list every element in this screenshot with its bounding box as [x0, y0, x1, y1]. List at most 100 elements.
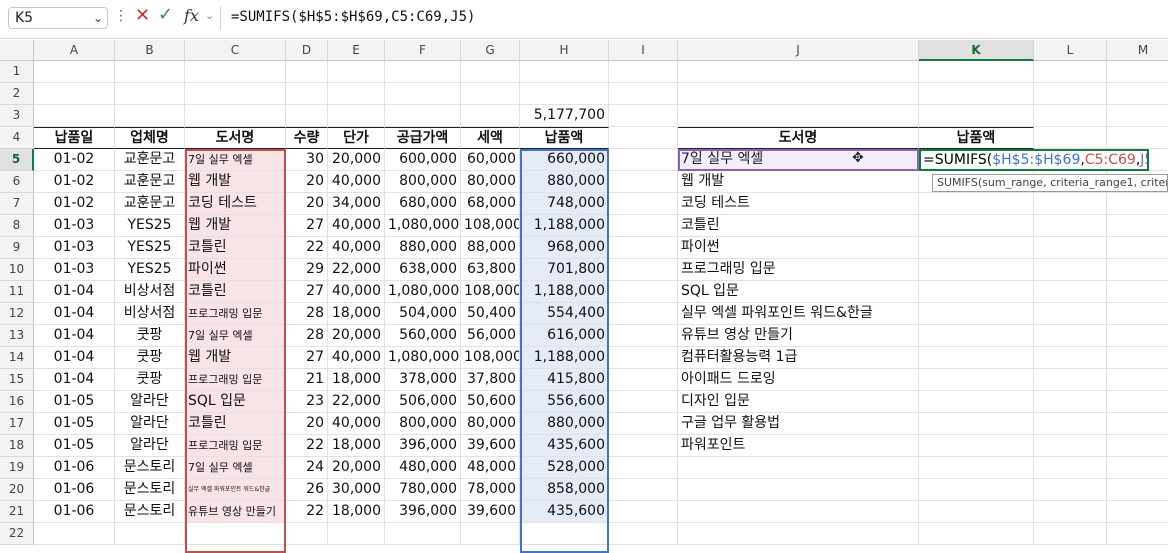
data-cell[interactable]: 1,188,000 — [520, 281, 609, 303]
data-cell[interactable]: 858,000 — [520, 479, 609, 501]
cell[interactable] — [1034, 105, 1107, 127]
data-cell[interactable]: 27 — [286, 347, 328, 369]
data-cell[interactable]: 01-02 — [34, 193, 115, 215]
lookup-book-item[interactable]: 컴퓨터활용능력 1급 — [678, 347, 919, 369]
cell[interactable] — [609, 501, 678, 523]
data-cell[interactable]: 600,000 — [385, 149, 461, 171]
data-cell[interactable]: 556,600 — [520, 391, 609, 413]
data-cell[interactable]: 415,800 — [520, 369, 609, 391]
cell[interactable] — [520, 83, 609, 105]
cell[interactable] — [609, 149, 678, 171]
cell[interactable] — [919, 237, 1034, 259]
data-cell[interactable]: 20,000 — [328, 457, 385, 479]
data-cell[interactable]: 560,000 — [385, 325, 461, 347]
column-header-g[interactable]: G — [461, 40, 520, 61]
column-header-i[interactable]: I — [609, 40, 678, 61]
data-cell[interactable]: 528,000 — [520, 457, 609, 479]
data-cell[interactable]: 108,000 — [461, 281, 520, 303]
data-cell[interactable]: 01-04 — [34, 281, 115, 303]
cell[interactable] — [1107, 457, 1168, 479]
cell[interactable] — [609, 61, 678, 83]
data-cell[interactable]: 20,000 — [328, 325, 385, 347]
select-all-corner[interactable] — [0, 40, 34, 61]
column-header-f[interactable]: F — [385, 40, 461, 61]
lookup-book-item[interactable]: 코딩 테스트 — [678, 193, 919, 215]
data-cell[interactable]: 40,000 — [328, 281, 385, 303]
cell[interactable] — [678, 479, 919, 501]
cell[interactable] — [609, 127, 678, 149]
data-cell[interactable]: 28 — [286, 325, 328, 347]
cell[interactable] — [1034, 479, 1107, 501]
cell[interactable] — [34, 105, 115, 127]
data-cell[interactable]: 880,000 — [520, 413, 609, 435]
data-cell[interactable]: 웹 개발 — [185, 215, 286, 237]
cell[interactable] — [919, 281, 1034, 303]
data-cell[interactable]: 701,800 — [520, 259, 609, 281]
data-cell[interactable]: 01-06 — [34, 501, 115, 523]
total-amount[interactable]: 5,177,700 — [520, 105, 609, 127]
cell[interactable] — [1107, 237, 1168, 259]
cell[interactable] — [34, 83, 115, 105]
data-cell[interactable]: 알라단 — [115, 435, 185, 457]
data-cell[interactable]: 7일 실무 엑셀 — [185, 325, 286, 347]
cell[interactable] — [609, 523, 678, 545]
column-header-d[interactable]: D — [286, 40, 328, 61]
data-cell[interactable]: 실무 엑셀 파워포인트 워드&한글 — [185, 479, 286, 501]
cell[interactable] — [919, 391, 1034, 413]
data-cell[interactable]: 28 — [286, 303, 328, 325]
cell[interactable] — [1034, 347, 1107, 369]
data-cell[interactable]: 1,080,000 — [385, 215, 461, 237]
cell[interactable] — [919, 523, 1034, 545]
data-cell[interactable]: 80,000 — [461, 413, 520, 435]
data-cell[interactable]: 01-04 — [34, 369, 115, 391]
cell[interactable] — [1107, 281, 1168, 303]
data-cell[interactable]: 1,080,000 — [385, 347, 461, 369]
cell[interactable] — [34, 61, 115, 83]
data-cell[interactable]: 27 — [286, 281, 328, 303]
cell[interactable] — [461, 105, 520, 127]
data-cell[interactable]: 코딩 테스트 — [185, 193, 286, 215]
data-cell[interactable]: 506,000 — [385, 391, 461, 413]
cell[interactable] — [461, 523, 520, 545]
data-cell[interactable]: 프로그래밍 입문 — [185, 303, 286, 325]
cell[interactable] — [1107, 259, 1168, 281]
row-header[interactable]: 17 — [0, 413, 34, 435]
cell[interactable] — [678, 61, 919, 83]
lookup-book-item[interactable]: SQL 입문 — [678, 281, 919, 303]
data-cell[interactable]: 435,600 — [520, 501, 609, 523]
data-cell[interactable]: 01-05 — [34, 391, 115, 413]
column-header-m[interactable]: M — [1107, 40, 1168, 61]
data-cell[interactable]: 1,188,000 — [520, 347, 609, 369]
data-cell[interactable]: 1,188,000 — [520, 215, 609, 237]
row-header[interactable]: 5 — [0, 149, 34, 171]
cell[interactable] — [1034, 83, 1107, 105]
cell[interactable] — [609, 435, 678, 457]
chevron-down-icon[interactable]: ⌄ — [93, 8, 103, 28]
cell[interactable] — [1034, 237, 1107, 259]
row-header[interactable]: 8 — [0, 215, 34, 237]
data-cell[interactable]: 39,600 — [461, 435, 520, 457]
cell[interactable] — [609, 281, 678, 303]
data-cell[interactable]: 비상서점 — [115, 303, 185, 325]
row-header[interactable]: 18 — [0, 435, 34, 457]
cell[interactable] — [385, 105, 461, 127]
lookup-book-item[interactable]: 실무 엑셀 파워포인트 워드&한글 — [678, 303, 919, 325]
data-cell[interactable]: 50,400 — [461, 303, 520, 325]
data-cell[interactable]: 22,000 — [328, 391, 385, 413]
cell[interactable] — [115, 83, 185, 105]
cell[interactable] — [678, 83, 919, 105]
data-cell[interactable]: 30,000 — [328, 479, 385, 501]
cell[interactable] — [919, 83, 1034, 105]
data-cell[interactable]: 01-04 — [34, 325, 115, 347]
data-cell[interactable]: 638,000 — [385, 259, 461, 281]
cell[interactable] — [609, 457, 678, 479]
cell[interactable] — [609, 347, 678, 369]
row-header[interactable]: 1 — [0, 61, 34, 83]
cell[interactable] — [609, 259, 678, 281]
lookup-book-item[interactable]: 구글 업무 활용법 — [678, 413, 919, 435]
cell[interactable] — [919, 347, 1034, 369]
column-title[interactable]: 공급가액 — [385, 127, 461, 149]
lookup-book-item[interactable]: 7일 실무 엑셀 — [678, 149, 919, 171]
data-cell[interactable]: YES25 — [115, 259, 185, 281]
cancel-icon[interactable]: ✕ — [135, 5, 150, 26]
